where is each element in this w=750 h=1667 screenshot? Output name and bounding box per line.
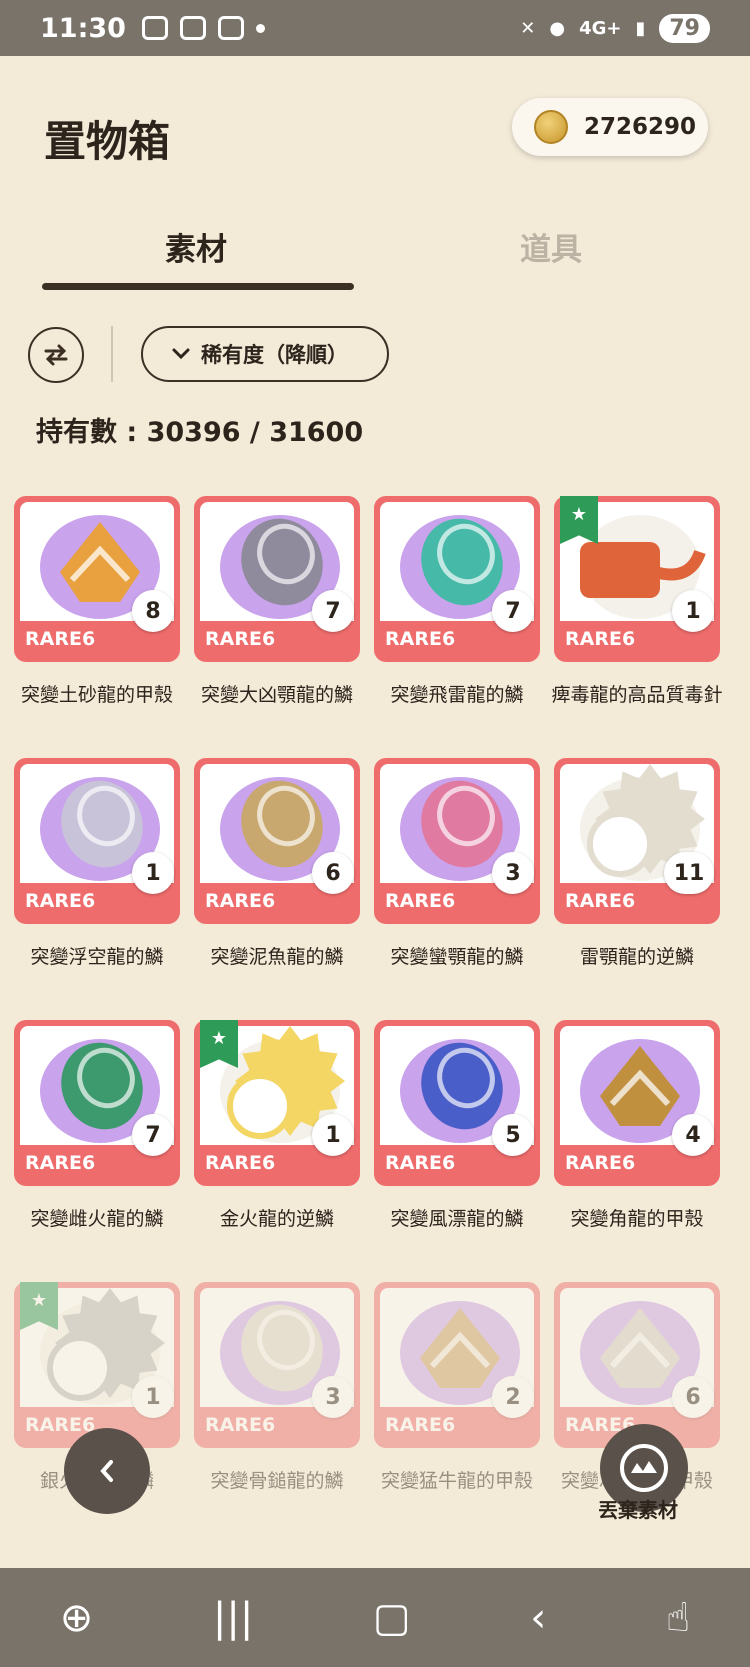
chevron-down-icon <box>172 348 190 360</box>
material-card[interactable]: RARE6 7 <box>14 1020 180 1186</box>
discard-bag-icon <box>620 1444 668 1492</box>
back-nav-icon[interactable]: ‹ <box>530 1595 546 1641</box>
rarity-label: RARE6 <box>205 628 276 650</box>
recent-apps-icon[interactable]: ||| <box>213 1595 253 1641</box>
quantity-badge: 6 <box>672 1376 714 1418</box>
material-name: 雷顎龍的逆鱗 <box>579 946 694 968</box>
rarity-label: RARE6 <box>385 1414 456 1436</box>
screenshot-icon <box>179 16 206 40</box>
sort-label: 稀有度（降順） <box>201 343 348 367</box>
location-icon: ● <box>549 17 566 39</box>
material-name: 突變泥魚龍的鱗 <box>210 946 344 968</box>
material-name: 突變飛雷龍的鱗 <box>390 684 524 706</box>
discard-materials-label[interactable]: 丟棄素材 <box>598 1494 678 1523</box>
material-card[interactable]: RARE6 7 <box>374 496 540 662</box>
material-name: 突變蠻顎龍的鱗 <box>390 946 524 968</box>
tab-items[interactable]: 道具 <box>520 224 582 269</box>
coin-icon <box>534 110 568 144</box>
rarity-label: RARE6 <box>25 890 96 912</box>
quantity-badge: 1 <box>132 1376 174 1418</box>
material-name: 痺毒龍的高品質毒針 <box>551 684 723 706</box>
material-name: 突變浮空龍的鱗 <box>30 946 164 968</box>
signal-icon: ▮ <box>635 17 646 39</box>
material-name: 突變猛牛龍的甲殼 <box>380 1470 533 1492</box>
material-card[interactable]: ★ RARE6 1 <box>194 1020 360 1186</box>
material-card[interactable]: RARE6 3 <box>194 1282 360 1448</box>
rarity-label: RARE6 <box>205 1414 276 1436</box>
material-card[interactable]: RARE6 7 <box>194 496 360 662</box>
material-name: 突變土砂龍的甲殼 <box>20 684 173 706</box>
material-name: 突變風漂龍的鱗 <box>390 1208 524 1230</box>
coin-balance: 2726290 <box>512 98 708 156</box>
material-card[interactable]: ★ RARE6 1 <box>554 496 720 662</box>
coin-value: 2726290 <box>584 114 697 140</box>
quantity-badge: 2 <box>492 1376 534 1418</box>
quantity-badge: 1 <box>132 852 174 894</box>
rarity-label: RARE6 <box>25 1152 96 1174</box>
more-notifications-icon <box>255 23 265 33</box>
material-card[interactable]: RARE6 11 <box>554 758 720 924</box>
quantity-badge: 11 <box>664 852 714 894</box>
material-card[interactable]: RARE6 4 <box>554 1020 720 1186</box>
rarity-label: RARE6 <box>385 890 456 912</box>
material-name: 突變大凶顎龍的鱗 <box>200 684 353 706</box>
active-tab-indicator <box>42 283 354 290</box>
quantity-badge: 6 <box>312 852 354 894</box>
material-card[interactable]: RARE6 8 <box>14 496 180 662</box>
battery-level: 79 <box>659 13 710 43</box>
touch-lock-icon[interactable]: ☝ <box>666 1595 690 1641</box>
rarity-label: RARE6 <box>385 1152 456 1174</box>
back-button[interactable] <box>64 1428 150 1514</box>
sort-dropdown[interactable]: 稀有度（降順） <box>141 326 389 382</box>
rarity-label: RARE6 <box>205 890 276 912</box>
sort-order-toggle-button[interactable] <box>28 327 84 383</box>
divider <box>111 326 113 382</box>
quantity-badge: 3 <box>312 1376 354 1418</box>
page-title: 置物箱 <box>44 117 171 166</box>
status-bar: 11:30 ✕ ● 4G+ ▮ 79 <box>0 0 750 56</box>
quantity-badge: 7 <box>492 590 534 632</box>
system-navigation-bar: ⊕ ||| ▢ ‹ ☝ <box>0 1568 750 1667</box>
quantity-badge: 5 <box>492 1114 534 1156</box>
material-card[interactable]: RARE6 3 <box>374 758 540 924</box>
rarity-label: RARE6 <box>565 890 636 912</box>
material-card[interactable]: RARE6 1 <box>14 758 180 924</box>
material-name: 突變雌火龍的鱗 <box>30 1208 164 1230</box>
status-time: 11:30 <box>40 12 126 44</box>
notification-icon <box>141 16 168 40</box>
home-icon[interactable]: ▢ <box>373 1595 411 1641</box>
rarity-label: RARE6 <box>565 628 636 650</box>
tab-materials[interactable]: 素材 <box>165 224 227 269</box>
item-count: 持有數 : 30396 / 31600 <box>36 417 364 448</box>
mute-icon: ✕ <box>520 17 536 39</box>
material-card[interactable]: RARE6 2 <box>374 1282 540 1448</box>
material-name: 突變骨鎚龍的鱗 <box>210 1470 344 1492</box>
quantity-badge: 7 <box>312 590 354 632</box>
quantity-badge: 8 <box>132 590 174 632</box>
rarity-label: RARE6 <box>385 628 456 650</box>
material-name: 突變角龍的甲殼 <box>570 1208 704 1230</box>
material-card[interactable]: RARE6 5 <box>374 1020 540 1186</box>
swap-arrows-icon <box>44 344 68 366</box>
quantity-badge: 1 <box>312 1114 354 1156</box>
quantity-badge: 7 <box>132 1114 174 1156</box>
rarity-label: RARE6 <box>205 1152 276 1174</box>
material-name: 金火龍的逆鱗 <box>219 1208 334 1230</box>
network-type: 4G+ <box>579 17 622 39</box>
rarity-label: RARE6 <box>25 628 96 650</box>
discord-icon <box>217 16 244 40</box>
material-card[interactable]: RARE6 6 <box>194 758 360 924</box>
quantity-badge: 4 <box>672 1114 714 1156</box>
quantity-badge: 3 <box>492 852 534 894</box>
material-card[interactable]: ★ RARE6 1 <box>14 1282 180 1448</box>
quantity-badge: 1 <box>672 590 714 632</box>
material-card[interactable]: RARE6 6 <box>554 1282 720 1448</box>
game-controller-icon[interactable]: ⊕ <box>60 1595 94 1641</box>
chevron-left-icon <box>100 1460 113 1482</box>
rarity-label: RARE6 <box>565 1152 636 1174</box>
